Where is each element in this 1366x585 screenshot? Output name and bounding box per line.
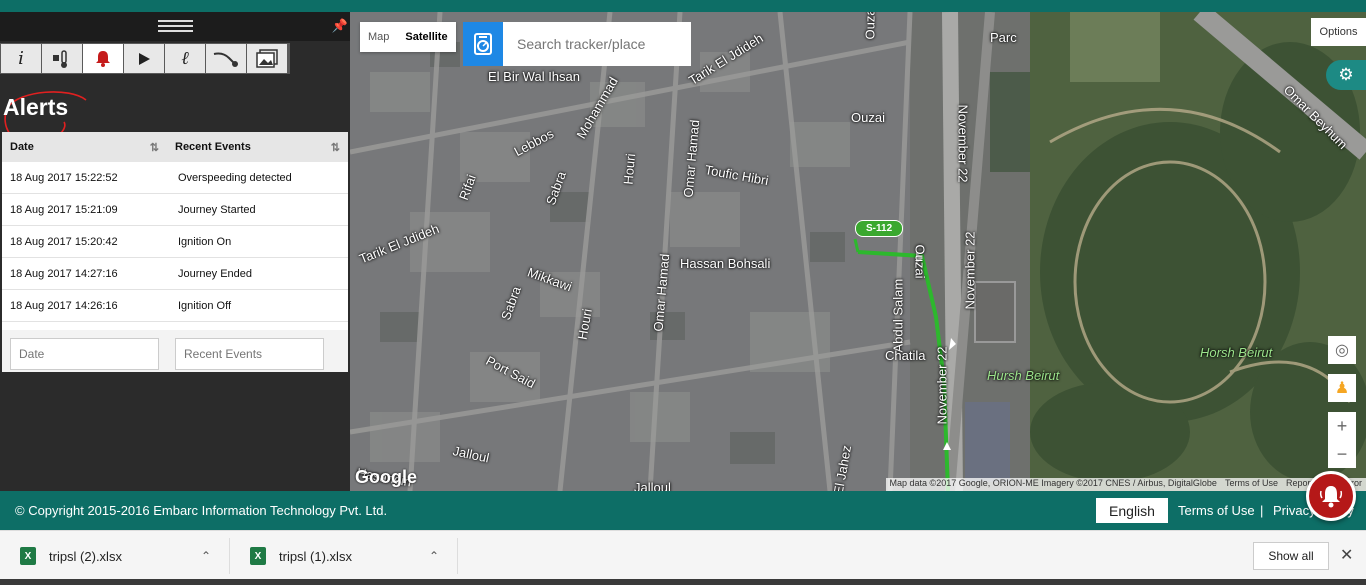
- table-row[interactable]: 18 Aug 2017 14:27:16 Journey Ended: [2, 258, 348, 290]
- search-box: [463, 22, 691, 66]
- temperature-icon[interactable]: [42, 44, 82, 73]
- map-label: Houri: [620, 152, 639, 186]
- table-row[interactable]: 18 Aug 2017 15:22:52 Overspeeding detect…: [2, 162, 348, 194]
- downloads-bar: X tripsl (2).xlsx ⌃ X tripsl (1).xlsx ⌃ …: [0, 530, 1366, 579]
- filter-row: [2, 330, 348, 372]
- column-header-date[interactable]: Date ⇅: [2, 132, 167, 162]
- tracker-search-icon[interactable]: [463, 22, 503, 66]
- tracker-marker[interactable]: S-112: [855, 220, 904, 237]
- chevron-up-icon[interactable]: ⌃: [429, 549, 439, 563]
- options-button[interactable]: Options: [1311, 18, 1366, 46]
- footer: © Copyright 2015-2016 Embarc Information…: [0, 471, 1366, 530]
- show-all-button[interactable]: Show all: [1253, 542, 1329, 570]
- bell-icon[interactable]: [83, 44, 123, 73]
- gallery-icon[interactable]: [247, 44, 287, 73]
- pen-icon[interactable]: ℓ: [165, 44, 205, 73]
- close-icon[interactable]: ✕: [1340, 545, 1353, 565]
- page-title: Alerts: [3, 94, 69, 120]
- map-type-map-button[interactable]: Map: [360, 22, 397, 52]
- my-location-icon[interactable]: ◎: [1328, 336, 1356, 364]
- map-label: Jalloul: [634, 480, 671, 491]
- gear-icon[interactable]: ⚙: [1326, 60, 1366, 90]
- excel-file-icon: X: [20, 547, 36, 565]
- info-icon[interactable]: i: [1, 44, 41, 73]
- terms-link[interactable]: Terms of Use: [1225, 478, 1278, 491]
- map-attribution: Map data ©2017 Google, ORION-ME Imagery …: [885, 478, 1366, 491]
- taskbar-strip: [0, 579, 1366, 585]
- hamburger-icon[interactable]: [158, 20, 193, 32]
- terms-link[interactable]: Terms of Use: [1178, 503, 1255, 518]
- sort-icon[interactable]: ⇅: [331, 141, 340, 154]
- column-header-events[interactable]: Recent Events ⇅: [167, 132, 348, 162]
- map-label: Ouzai: [912, 244, 928, 279]
- date-filter-input[interactable]: [10, 338, 159, 370]
- map-label: November 22: [955, 104, 971, 183]
- map-label: Chatila: [885, 348, 926, 363]
- table-row[interactable]: 18 Aug 2017 14:26:16 Ignition Off: [2, 290, 348, 322]
- table-header: Date ⇅ Recent Events ⇅: [2, 132, 348, 162]
- alerts-bell-button[interactable]: [1306, 471, 1356, 521]
- map-label: Horsh Beirut: [1200, 345, 1273, 360]
- table-row[interactable]: 18 Aug 2017 15:21:09 Journey Started: [2, 194, 348, 226]
- sort-icon[interactable]: ⇅: [150, 141, 159, 154]
- zoom-out-button[interactable]: −: [1337, 440, 1348, 468]
- zoom-control: + −: [1328, 412, 1356, 468]
- left-panel: 📌 i ℓ Alerts Date ⇅ Recent Events ⇅ 18 A…: [0, 12, 350, 491]
- map-label: Hassan Bohsali: [680, 256, 771, 271]
- map-label: Abdul Salam: [890, 278, 906, 353]
- map-label: November 22: [934, 346, 950, 425]
- map-label: El Bir Wal Ihsan: [488, 69, 580, 84]
- copyright-text: © Copyright 2015-2016 Embarc Information…: [15, 503, 388, 518]
- map-view[interactable]: El Bir Wal Ihsan Tarik El Jdideh Tarik E…: [350, 12, 1366, 491]
- street-view-pegman-icon[interactable]: ♟: [1328, 374, 1356, 402]
- panel-toolbar: i ℓ: [0, 43, 290, 74]
- language-button[interactable]: English: [1096, 498, 1168, 523]
- map-label: Ouzai: [862, 12, 878, 40]
- top-bar: [0, 0, 1366, 12]
- map-type-toggle: Map Satellite: [360, 22, 456, 52]
- map-label: Hursh Beirut: [987, 368, 1060, 383]
- events-filter-input[interactable]: [175, 338, 324, 370]
- search-input[interactable]: [517, 36, 687, 52]
- download-item[interactable]: X tripsl (2).xlsx ⌃: [0, 538, 230, 574]
- alerts-table: Date ⇅ Recent Events ⇅ 18 Aug 2017 15:22…: [2, 132, 348, 372]
- route-icon[interactable]: [206, 44, 246, 73]
- panel-handle[interactable]: 📌: [0, 12, 350, 41]
- download-item[interactable]: X tripsl (1).xlsx ⌃: [230, 538, 458, 574]
- google-logo: Google: [355, 467, 417, 487]
- chevron-up-icon[interactable]: ⌃: [201, 549, 211, 563]
- pin-icon[interactable]: 📌: [332, 18, 348, 34]
- excel-file-icon: X: [250, 547, 266, 565]
- map-label: Ouzai: [851, 110, 885, 125]
- map-label: Parc: [990, 30, 1017, 45]
- table-row[interactable]: 18 Aug 2017 15:20:42 Ignition On: [2, 226, 348, 258]
- zoom-in-button[interactable]: +: [1337, 412, 1348, 440]
- separator: |: [1260, 503, 1264, 518]
- play-icon[interactable]: [124, 44, 164, 73]
- bell-icon: [1319, 486, 1343, 508]
- map-type-satellite-button[interactable]: Satellite: [397, 22, 455, 52]
- map-label: November 22: [962, 231, 978, 310]
